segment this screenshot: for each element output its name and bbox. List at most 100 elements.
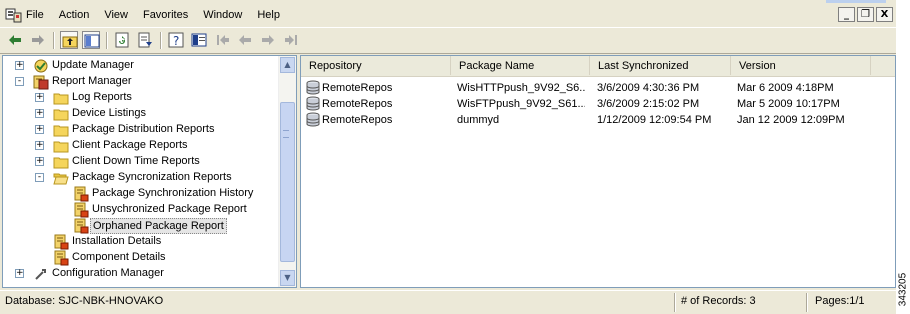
tree-item-label: Orphaned Package Report <box>90 218 227 234</box>
expand-icon[interactable]: + <box>15 61 24 70</box>
tree-item-label: Installation Details <box>72 235 162 247</box>
menu-bar: File Action View Favorites Window Help _… <box>0 4 896 26</box>
menu-file[interactable]: File <box>26 9 44 21</box>
close-button[interactable]: X <box>876 7 893 22</box>
menu-favorites[interactable]: Favorites <box>143 9 188 21</box>
tree-item[interactable]: Package Synchronization History <box>3 186 273 202</box>
configuration-manager-icon <box>33 266 49 282</box>
tree-item[interactable]: Unsychronized Package Report <box>3 202 273 218</box>
cell-version: Mar 6 2009 4:18PM <box>737 82 834 94</box>
results-list[interactable]: Repository Package Name Last Synchronize… <box>300 55 896 288</box>
open-folder-icon <box>53 170 69 186</box>
repository-database-icon <box>306 112 320 127</box>
expand-icon[interactable]: + <box>35 157 44 166</box>
tree-item[interactable]: - Package Syncronization Reports <box>3 170 273 186</box>
tree-item[interactable]: + Client Down Time Reports <box>3 154 273 170</box>
cell-package-name: WisHTTPpush_9V92_S6... <box>457 82 585 94</box>
menu-action[interactable]: Action <box>59 9 90 21</box>
tree-item[interactable]: + Device Listings <box>3 106 273 122</box>
menu-help[interactable]: Help <box>257 9 280 21</box>
status-bar: Database: SJC-NBK-HNOVAKO # of Records: … <box>0 290 896 314</box>
cell-package-name: WisFTPpush_9V92_S61... <box>457 98 585 110</box>
tree-item[interactable]: + Configuration Manager <box>3 266 273 282</box>
tree-item[interactable]: - Report Manager <box>3 74 273 90</box>
column-header-version[interactable]: Version <box>731 56 871 75</box>
status-database: Database: SJC-NBK-HNOVAKO <box>5 295 164 307</box>
console-app-icon[interactable] <box>5 7 22 23</box>
cell-package-name: dummyd <box>457 114 500 126</box>
folder-icon <box>53 106 69 122</box>
tree-item[interactable]: Orphaned Package Report <box>3 218 273 234</box>
expand-icon[interactable]: + <box>35 141 44 150</box>
export-list-icon[interactable] <box>136 31 154 49</box>
report-icon <box>53 234 69 250</box>
next-page-icon[interactable] <box>259 31 277 49</box>
cell-version: Jan 12 2009 12:09PM <box>737 114 845 126</box>
refresh-icon[interactable] <box>113 31 131 49</box>
list-item[interactable]: RemoteRepos WisFTPpush_9V92_S61... 3/6/200… <box>301 96 895 112</box>
toolbar-separator <box>53 32 55 49</box>
tree-item[interactable]: + Log Reports <box>3 90 273 106</box>
status-separator <box>806 293 808 312</box>
cell-repository: RemoteRepos <box>322 98 393 110</box>
expand-icon[interactable]: + <box>35 109 44 118</box>
tree-item-label: Configuration Manager <box>52 267 164 279</box>
scroll-thumb[interactable] <box>280 102 295 262</box>
scroll-down-arrow-icon[interactable]: ▼ <box>280 270 295 286</box>
column-header-package-name[interactable]: Package Name <box>451 56 590 75</box>
cell-last-synchronized: 1/12/2009 12:09:54 PM <box>597 114 712 126</box>
collapse-icon[interactable]: - <box>15 77 24 86</box>
previous-page-icon[interactable] <box>236 31 254 49</box>
scroll-up-arrow-icon[interactable]: ▲ <box>280 57 295 73</box>
forward-arrow-icon[interactable] <box>29 31 47 49</box>
repository-database-icon <box>306 80 320 95</box>
column-header-repository[interactable]: Repository <box>301 56 451 75</box>
status-separator <box>674 293 676 312</box>
console-icon[interactable] <box>190 31 208 49</box>
tree-item-label: Log Reports <box>72 91 132 103</box>
tree-item-label: Report Manager <box>52 75 132 87</box>
tree-scrollbar[interactable]: ▲ ▼ <box>278 56 296 287</box>
back-arrow-icon[interactable] <box>6 31 24 49</box>
tree-item[interactable]: + Client Package Reports <box>3 138 273 154</box>
collapse-icon[interactable]: - <box>35 173 44 182</box>
cell-last-synchronized: 3/6/2009 4:30:36 PM <box>597 82 700 94</box>
repository-database-icon <box>306 96 320 111</box>
toolbar: ? <box>0 27 896 54</box>
help-icon[interactable]: ? <box>167 31 185 49</box>
tree-item-label: Package Synchronization History <box>92 187 254 199</box>
console-tree[interactable]: + Update Manager - Report Manager + Log Repor… <box>2 55 297 288</box>
tree-item-label: Client Package Reports <box>72 139 188 151</box>
up-folder-icon[interactable] <box>60 31 78 49</box>
tree-item[interactable]: + Update Manager <box>3 58 273 74</box>
expand-icon[interactable]: + <box>35 93 44 102</box>
tree-item-label: Client Down Time Reports <box>72 155 200 167</box>
expand-icon[interactable]: + <box>15 269 24 278</box>
list-header: Repository Package Name Last Synchronize… <box>301 56 895 77</box>
cell-repository: RemoteRepos <box>322 114 393 126</box>
restore-button[interactable]: ❐ <box>857 7 874 22</box>
tree-item-label: Package Distribution Reports <box>72 123 215 135</box>
folder-icon <box>53 138 69 154</box>
report-icon <box>73 202 89 218</box>
folder-icon <box>53 122 69 138</box>
folder-icon <box>53 90 69 106</box>
tree-item-label: Device Listings <box>72 107 146 119</box>
column-header-last-synchronized[interactable]: Last Synchronized <box>590 56 731 75</box>
menu-window[interactable]: Window <box>203 9 242 21</box>
menu-view[interactable]: View <box>104 9 128 21</box>
list-item[interactable]: RemoteRepos dummyd 1/12/2009 12:09:54 PM Ja… <box>301 112 895 128</box>
show-hide-tree-icon[interactable] <box>82 31 100 49</box>
figure-number-text: 343205 <box>897 272 909 307</box>
first-page-icon[interactable] <box>214 31 232 49</box>
expand-icon[interactable]: + <box>35 125 44 134</box>
tree-item[interactable]: Installation Details <box>3 234 273 250</box>
list-item[interactable]: RemoteRepos WisHTTPpush_9V92_S6... 3/6/200… <box>301 80 895 96</box>
minimize-button[interactable]: _ <box>838 7 855 22</box>
tree-item[interactable]: Component Details <box>3 250 273 266</box>
toolbar-separator <box>106 32 108 49</box>
tree-item[interactable]: + Package Distribution Reports <box>3 122 273 138</box>
tree-item-label: Package Syncronization Reports <box>72 171 232 183</box>
report-manager-icon <box>33 74 49 90</box>
last-page-icon[interactable] <box>282 31 300 49</box>
